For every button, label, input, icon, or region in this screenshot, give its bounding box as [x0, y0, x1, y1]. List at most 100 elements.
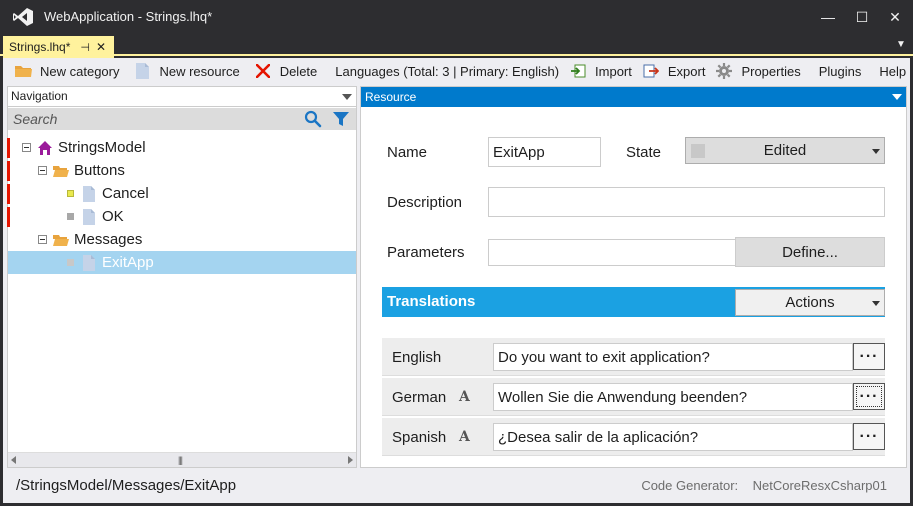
auto-translate-icon[interactable]: A — [459, 429, 470, 445]
state-dropdown[interactable]: Edited — [685, 137, 885, 164]
minimize-button[interactable]: — — [810, 0, 846, 34]
search-icon[interactable] — [304, 110, 322, 128]
plugins-button[interactable]: Plugins — [814, 60, 867, 82]
languages-button[interactable]: Languages (Total: 3 | Primary: English) — [330, 60, 564, 82]
chevron-down-icon — [872, 301, 880, 306]
collapse-icon[interactable] — [38, 166, 47, 175]
name-value: ExitApp — [493, 143, 545, 161]
translation-input[interactable]: ¿Desea salir de la aplicación? — [493, 423, 853, 451]
help-label: Help — [879, 63, 907, 79]
properties-button[interactable]: Properties — [710, 60, 805, 82]
navigation-header-label: Navigation — [11, 89, 68, 103]
auto-translate-icon[interactable]: A — [459, 389, 470, 405]
house-icon — [38, 140, 52, 155]
state-value: Edited — [763, 142, 807, 159]
folder-icon — [14, 62, 32, 80]
export-label: Export — [667, 63, 706, 79]
state-edited-icon — [67, 213, 74, 220]
document-icon — [83, 208, 95, 225]
pin-icon[interactable]: ⊣ — [80, 41, 90, 54]
state-edited-icon — [67, 259, 74, 266]
new-category-button[interactable]: New category — [9, 60, 124, 82]
more-options-button[interactable]: ··· — [853, 423, 885, 450]
translation-value: Do you want to exit application? — [498, 348, 710, 366]
new-resource-button[interactable]: New resource — [128, 60, 244, 82]
scroll-grip-icon[interactable]: ||| — [178, 455, 183, 465]
status-bar: /StringsModel/Messages/ExitApp Code Gene… — [3, 470, 910, 503]
document-icon — [133, 62, 151, 80]
collapse-icon[interactable] — [38, 235, 47, 244]
parameters-label: Parameters — [387, 244, 465, 261]
tab-dropdown-icon[interactable]: ▼ — [892, 36, 910, 54]
translations-label: Translations — [387, 293, 476, 310]
search-input[interactable]: Search — [13, 111, 57, 127]
new-category-label: New category — [40, 63, 120, 79]
more-options-button[interactable]: ··· — [853, 383, 885, 410]
parameters-field[interactable] — [488, 239, 736, 266]
filter-icon[interactable] — [332, 110, 350, 128]
language-label: Spanish — [392, 429, 447, 446]
translation-input[interactable]: Do you want to exit application? — [493, 343, 853, 371]
tree-label: StringsModel — [58, 139, 146, 156]
document-icon — [83, 254, 95, 271]
resource-header[interactable]: Resource — [361, 87, 906, 107]
tree-node-cancel[interactable]: Cancel — [8, 182, 356, 205]
name-field[interactable]: ExitApp — [488, 137, 601, 167]
tree-node-root[interactable]: StringsModel — [8, 136, 356, 159]
collapse-icon[interactable] — [22, 143, 31, 152]
horizontal-scrollbar[interactable]: ||| — [8, 452, 356, 467]
tree-label: OK — [102, 208, 124, 225]
import-icon — [569, 62, 587, 80]
folder-open-icon — [53, 234, 69, 246]
import-label: Import — [595, 63, 632, 79]
gear-icon — [715, 62, 733, 80]
tab-strings-lhq[interactable]: Strings.lhq* ⊣ ✕ — [3, 36, 114, 58]
tree-node-exitapp[interactable]: ExitApp — [8, 251, 356, 274]
actions-dropdown[interactable]: Actions — [735, 289, 885, 316]
translation-row-german: German A Wollen Sie die Anwendung beende… — [382, 378, 885, 416]
language-label: German — [392, 389, 447, 406]
code-generator-status: Code Generator: NetCoreResxCsharp01 — [641, 478, 887, 493]
close-tab-icon[interactable]: ✕ — [96, 40, 106, 54]
scroll-right-icon[interactable] — [348, 456, 353, 464]
delete-button[interactable]: Delete — [249, 60, 323, 82]
tab-strip — [0, 34, 913, 56]
navigation-header[interactable]: Navigation — [8, 87, 356, 107]
translation-row-spanish: Spanish A ¿Desea salir de la aplicación?… — [382, 418, 885, 456]
translation-value: Wollen Sie die Anwendung beenden? — [498, 388, 748, 406]
plugins-label: Plugins — [818, 63, 862, 79]
folder-open-icon — [53, 165, 69, 177]
scroll-left-icon[interactable] — [11, 456, 16, 464]
search-bar[interactable]: Search — [8, 108, 356, 130]
translation-value: ¿Desea salir de la aplicación? — [498, 428, 699, 446]
name-label: Name — [387, 144, 428, 161]
toolbar: New category New resource Delete Languag… — [3, 58, 910, 84]
state-label: State — [626, 144, 662, 161]
document-icon — [83, 185, 95, 202]
state-color-swatch — [691, 144, 705, 158]
visual-studio-logo-icon — [13, 8, 33, 26]
close-window-button[interactable]: ✕ — [877, 0, 913, 34]
description-field[interactable] — [488, 187, 885, 217]
tree-label: ExitApp — [102, 254, 154, 271]
languages-label: Languages (Total: 3 | Primary: English) — [335, 63, 560, 79]
language-label: English — [392, 349, 442, 366]
maximize-button[interactable]: ☐ — [844, 0, 880, 34]
define-label: Define... — [782, 243, 838, 261]
define-button[interactable]: Define... — [735, 237, 885, 267]
more-options-button[interactable]: ··· — [853, 343, 885, 370]
help-button[interactable]: Help — [874, 60, 911, 82]
export-button[interactable]: Export — [637, 60, 711, 82]
tree-label: Messages — [74, 231, 143, 248]
tree-node-buttons[interactable]: Buttons — [8, 159, 356, 182]
title-bar: WebApplication - Strings.lhq* — ☐ ✕ — [0, 0, 913, 34]
properties-label: Properties — [741, 63, 801, 79]
tree-node-ok[interactable]: OK — [8, 205, 356, 228]
translation-input[interactable]: Wollen Sie die Anwendung beenden? — [493, 383, 853, 411]
import-button[interactable]: Import — [564, 60, 637, 82]
tree-node-messages[interactable]: Messages — [8, 228, 356, 251]
description-label: Description — [387, 194, 463, 211]
tab-label: Strings.lhq* — [9, 40, 71, 54]
chevron-down-icon — [342, 94, 352, 100]
actions-label: Actions — [785, 294, 835, 311]
